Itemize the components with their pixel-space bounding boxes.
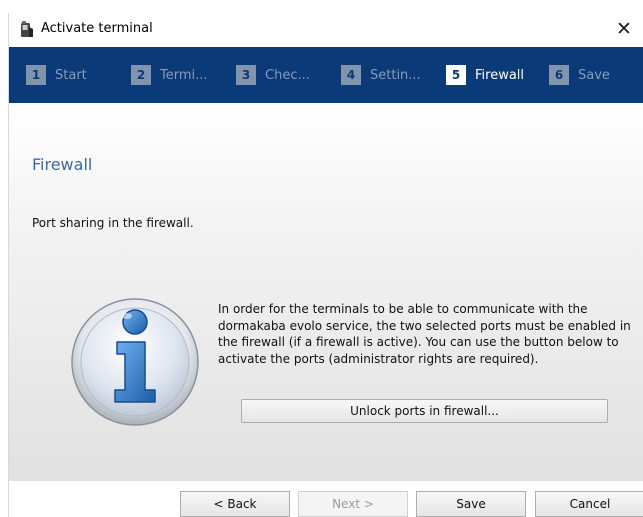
step-settings[interactable]: 4 Settin... (341, 65, 421, 85)
step-start[interactable]: 1 Start (26, 65, 87, 85)
cancel-button[interactable]: Cancel (535, 491, 643, 517)
wizard-step-bar: 1 Start 2 Termi... 3 Chec... 4 Settin...… (9, 47, 643, 103)
title-bar: Activate terminal ✕ (9, 13, 643, 47)
back-button[interactable]: < Back (180, 491, 290, 517)
page-title: Firewall (32, 155, 93, 174)
wizard-footer: < Back Next > Save Cancel (9, 481, 643, 517)
step-number: 4 (341, 65, 361, 85)
terminal-device-icon (21, 21, 33, 37)
step-label: Start (55, 67, 87, 83)
step-label: Termi... (160, 67, 208, 83)
step-save[interactable]: 6 Save (549, 65, 610, 85)
step-label: Chec... (265, 67, 310, 83)
step-number: 2 (131, 65, 151, 85)
firewall-description: In order for the terminals to be able to… (218, 302, 631, 366)
step-label: Settin... (370, 67, 421, 83)
info-icon (71, 298, 199, 426)
step-firewall[interactable]: 5 Firewall (446, 65, 524, 85)
step-number: 3 (236, 65, 256, 85)
step-label: Firewall (475, 67, 525, 83)
close-icon[interactable]: ✕ (611, 16, 637, 42)
step-terminal[interactable]: 2 Termi... (131, 65, 208, 85)
wizard-content: Firewall Port sharing in the firewall. I… (9, 103, 643, 481)
step-number: 5 (446, 65, 466, 85)
save-button[interactable]: Save (416, 491, 526, 517)
step-number: 6 (549, 65, 569, 85)
step-number: 1 (26, 65, 46, 85)
step-label: Save (578, 67, 610, 83)
page-subtitle: Port sharing in the firewall. (32, 216, 194, 230)
step-check[interactable]: 3 Chec... (236, 65, 310, 85)
next-button: Next > (298, 491, 408, 517)
activate-terminal-dialog: Activate terminal ✕ 1 Start 2 Termi... 3… (8, 13, 643, 517)
unlock-ports-button[interactable]: Unlock ports in firewall... (241, 399, 608, 423)
window-title: Activate terminal (41, 21, 153, 36)
